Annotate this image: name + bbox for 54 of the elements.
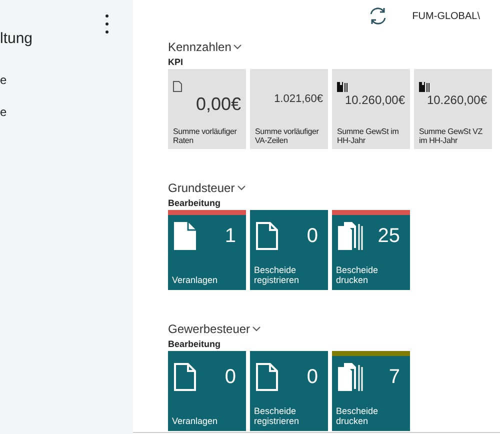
page-icon <box>256 363 278 391</box>
kpi-value: 10.260,00€ <box>344 93 405 108</box>
chevron-icon <box>252 326 262 332</box>
tile-label: Bescheide drucken <box>335 265 380 287</box>
book-icon <box>419 81 431 92</box>
chevron-icon <box>233 44 242 50</box>
tile-label: Veranlagen <box>171 275 219 287</box>
group-label: KPI <box>168 56 184 68</box>
action-tile[interactable]: 0 Veranlagen <box>168 351 246 431</box>
action-tile[interactable]: 7 Bescheide drucken <box>332 351 410 431</box>
tile-count: 1 <box>224 224 236 249</box>
page-icon <box>256 222 278 250</box>
page-icon <box>173 81 182 92</box>
book-icon <box>337 81 349 92</box>
page-icon <box>174 363 196 391</box>
kpi-label: Summe vorläufiger VA-Zeilen <box>255 127 320 145</box>
kpi-tile[interactable]: 10.260,00€ Summe GewSt VZ im HH-Jahr <box>414 69 492 149</box>
documents-icon <box>338 222 364 250</box>
group-label: Bearbeitung <box>168 197 222 209</box>
refresh-icon[interactable] <box>368 6 388 26</box>
tile-label: Veranlagen <box>171 416 219 428</box>
kpi-value: 10.260,00€ <box>426 93 487 108</box>
action-tile[interactable]: 0 Bescheide registrieren <box>250 351 328 431</box>
action-tile[interactable]: 1 Veranlagen <box>168 210 246 290</box>
tile-label: Bescheide registrieren <box>253 406 300 428</box>
user-name: FUM-GLOBAL\ <box>412 10 480 24</box>
tile-count: 25 <box>378 224 400 249</box>
more-icon[interactable] <box>105 14 109 34</box>
tile-count: 7 <box>388 365 400 390</box>
sidebar-title: ltung <box>0 29 33 49</box>
section-title[interactable]: Gewerbesteuer <box>168 320 262 338</box>
chevron-icon <box>236 185 246 191</box>
page-icon <box>174 222 196 250</box>
tile-label: Bescheide registrieren <box>253 265 300 287</box>
kpi-tile[interactable]: 0,00€ Summe vorläufiger Raten <box>168 69 246 149</box>
section-title[interactable]: Kennzahlen <box>168 38 242 56</box>
action-tile[interactable]: 0 Bescheide registrieren <box>250 210 328 290</box>
kpi-tile[interactable]: 10.260,00€ Summe GewSt im HH-Jahr <box>332 69 410 149</box>
kpi-label: Summe GewSt im HH-Jahr <box>337 127 400 145</box>
kpi-label: Summe vorläufiger Raten <box>173 127 238 145</box>
tile-count: 0 <box>224 365 236 390</box>
section-title[interactable]: Grundsteuer <box>168 179 246 197</box>
sidebar-item[interactable]: e <box>0 70 133 88</box>
kpi-value: 0,00€ <box>196 93 241 116</box>
action-tile[interactable]: 25 Bescheide drucken <box>332 210 410 290</box>
tile-count: 0 <box>306 365 318 390</box>
documents-icon <box>338 363 364 391</box>
sidebar-item[interactable]: e <box>0 102 133 120</box>
kpi-label: Summe GewSt VZ im HH-Jahr <box>419 127 484 145</box>
group-label: Bearbeitung <box>168 338 222 350</box>
kpi-tile[interactable]: 1.021,60€ Summe vorläufiger VA-Zeilen <box>250 69 328 149</box>
tile-count: 0 <box>306 224 318 249</box>
tile-label: Bescheide drucken <box>335 406 380 428</box>
kpi-value: 1.021,60€ <box>274 93 323 107</box>
